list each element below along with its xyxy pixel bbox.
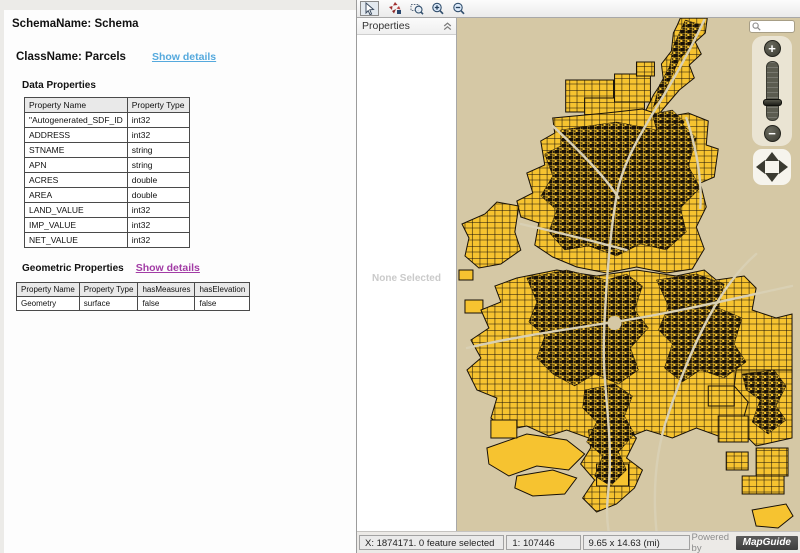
- powered-by-text: Powered by: [692, 532, 732, 553]
- pan-pad: [753, 149, 791, 185]
- table-cell: false: [138, 297, 195, 311]
- class-name-heading: ClassName: Parcels: [16, 51, 126, 63]
- map-preview-pane: Properties None Selected: [356, 0, 800, 553]
- viewer-main: Properties None Selected: [357, 18, 800, 531]
- geometric-properties-heading: Geometric Properties: [22, 263, 124, 274]
- table-cell: APN: [25, 158, 128, 173]
- pan-up-arrow[interactable]: [765, 152, 779, 161]
- pan-arrows-icon: [389, 2, 402, 15]
- pan-left-arrow[interactable]: [756, 160, 765, 174]
- status-position-segment: X: 1874171. 0 feature selected: [359, 535, 504, 550]
- table-cell: string: [127, 158, 189, 173]
- table-header-row: Property NameProperty Type: [25, 98, 190, 113]
- table-row: STNAMEstring: [25, 143, 190, 158]
- select-tool-button[interactable]: [360, 1, 379, 16]
- zoom-in-button[interactable]: +: [764, 40, 781, 57]
- selection-count-text: 0 feature selected: [419, 538, 495, 549]
- properties-panel-header: Properties: [357, 18, 456, 35]
- pan-arrows: [755, 151, 789, 183]
- cursor-arrow-icon: [363, 2, 376, 15]
- column-header: Property Name: [17, 283, 80, 297]
- table-row: LAND_VALUEint32: [25, 203, 190, 218]
- schema-name-heading: SchemaName: Schema: [12, 18, 356, 30]
- table-row: NET_VALUEint32: [25, 233, 190, 248]
- pan-down-arrow[interactable]: [765, 173, 779, 182]
- no-selection-message: None Selected: [357, 273, 456, 284]
- column-header: Property Type: [127, 98, 189, 113]
- magnifier-icon: [752, 22, 761, 31]
- zoom-in-icon: [431, 2, 445, 15]
- table-cell: int32: [127, 128, 189, 143]
- map-navigation-widget: + −: [749, 20, 795, 185]
- table-row: AREAdouble: [25, 188, 190, 203]
- table-row: Geometrysurfacefalsefalse: [17, 297, 250, 311]
- zoom-out-icon: [452, 2, 466, 15]
- table-row: ADDRESSint32: [25, 128, 190, 143]
- properties-panel-title: Properties: [362, 20, 410, 32]
- schema-report-panel: SchemaName: Schema ClassName: Parcels Sho…: [0, 0, 356, 553]
- column-header: hasElevation: [195, 283, 250, 297]
- double-chevron-up-icon[interactable]: [443, 22, 452, 31]
- map-search-input[interactable]: [749, 20, 795, 33]
- mapguide-logo: MapGuide: [736, 536, 798, 550]
- class-name-row: ClassName: Parcels Show details: [16, 47, 356, 65]
- table-cell: Geometry: [17, 297, 80, 311]
- table-cell: ADDRESS: [25, 128, 128, 143]
- map-extent-text: 9.65 x 14.63 (mi): [589, 538, 660, 549]
- geometric-show-details-link[interactable]: Show details: [136, 262, 200, 274]
- zoom-slider-track[interactable]: [766, 61, 779, 121]
- pan-right-arrow[interactable]: [779, 160, 788, 174]
- table-header-row: Property NameProperty TypehasMeasureshas…: [17, 283, 250, 297]
- viewer-statusbar: X: 1874171. 0 feature selected 1: 107446…: [357, 531, 800, 553]
- table-cell: int32: [127, 233, 189, 248]
- table-cell: LAND_VALUE: [25, 203, 128, 218]
- table-row: IMP_VALUEint32: [25, 218, 190, 233]
- table-cell: "Autogenerated_SDF_ID: [25, 113, 128, 128]
- table-cell: STNAME: [25, 143, 128, 158]
- table-cell: ACRES: [25, 173, 128, 188]
- table-cell: surface: [79, 297, 138, 311]
- pan-tool-button[interactable]: [386, 1, 405, 16]
- table-cell: int32: [127, 203, 189, 218]
- data-properties-table: Property NameProperty Type"Autogenerated…: [24, 97, 190, 248]
- table-cell: double: [127, 173, 189, 188]
- table-row: "Autogenerated_SDF_IDint32: [25, 113, 190, 128]
- cursor-position-text: X: 1874171.: [365, 538, 416, 549]
- table-cell: int32: [127, 113, 189, 128]
- viewer-toolbar: [357, 0, 800, 18]
- zoom-in-tool-button[interactable]: [428, 1, 447, 16]
- geometric-properties-row: Geometric Properties Show details: [22, 258, 356, 276]
- properties-panel-body: None Selected: [357, 35, 456, 531]
- zoom-out-button[interactable]: −: [764, 125, 781, 142]
- column-header: Property Name: [25, 98, 128, 113]
- status-extent-segment: 9.65 x 14.63 (mi): [583, 535, 690, 550]
- zoom-out-tool-button[interactable]: [449, 1, 468, 16]
- zoom-rectangle-icon: [410, 2, 424, 15]
- table-cell: IMP_VALUE: [25, 218, 128, 233]
- table-row: APNstring: [25, 158, 190, 173]
- table-cell: NET_VALUE: [25, 233, 128, 248]
- data-properties-heading: Data Properties: [22, 80, 356, 91]
- table-cell: int32: [127, 218, 189, 233]
- map-viewport[interactable]: + −: [457, 18, 800, 531]
- zoom-slider-handle[interactable]: [763, 99, 782, 106]
- class-show-details-link[interactable]: Show details: [152, 51, 216, 63]
- map-scale-text: 1: 107446: [512, 538, 554, 549]
- properties-panel: Properties None Selected: [357, 18, 457, 531]
- table-cell: false: [195, 297, 250, 311]
- column-header: hasMeasures: [138, 283, 195, 297]
- geometric-properties-table: Property NameProperty TypehasMeasureshas…: [16, 282, 250, 311]
- status-branding: Powered by MapGuide: [692, 535, 798, 550]
- table-row: ACRESdouble: [25, 173, 190, 188]
- zoom-slider-widget: + −: [752, 36, 792, 146]
- table-cell: AREA: [25, 188, 128, 203]
- table-cell: string: [127, 143, 189, 158]
- table-cell: double: [127, 188, 189, 203]
- status-scale-segment: 1: 107446: [506, 535, 580, 550]
- zoom-rectangle-tool-button[interactable]: [407, 1, 426, 16]
- column-header: Property Type: [79, 283, 138, 297]
